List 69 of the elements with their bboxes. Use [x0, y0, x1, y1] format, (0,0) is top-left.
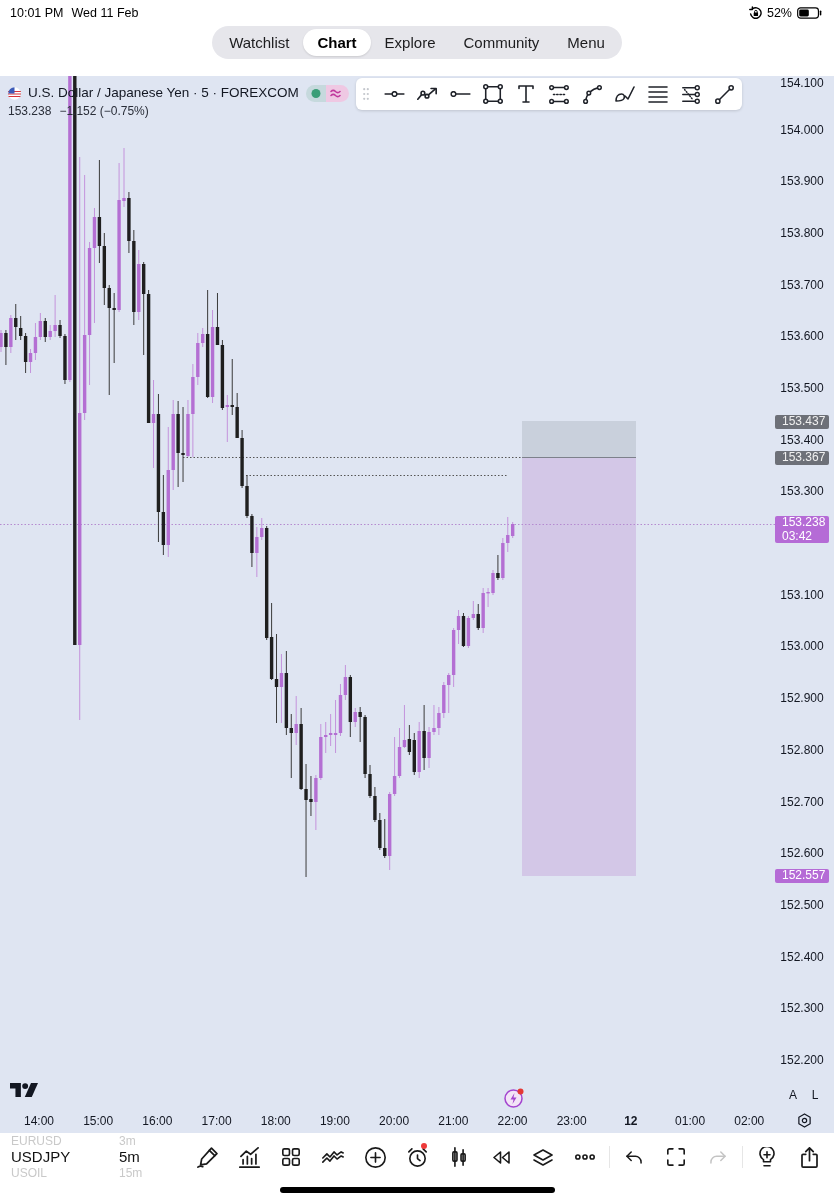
ray-icon — [449, 91, 471, 97]
price-axis-label: 153.300 — [779, 484, 825, 499]
status-time: 10:01 PM — [10, 4, 64, 22]
price-axis-label: 152.300 — [779, 1001, 825, 1016]
time-axis-label: 17:00 — [200, 1114, 233, 1128]
time-axis-label: 01:00 — [674, 1114, 707, 1128]
time-axis-label: 23:00 — [555, 1114, 588, 1128]
fib-levels-icon — [681, 84, 701, 104]
price-axis-label: 153.700 — [779, 277, 825, 292]
time-axis-label: 15:00 — [82, 1114, 115, 1128]
price-badge: 152.557 — [775, 869, 829, 883]
trend-line-icon — [714, 84, 734, 104]
countdown-timer: 03:42 — [782, 529, 813, 543]
symbol-option[interactable]: USDJPY — [11, 1148, 71, 1166]
settings-icon[interactable] — [797, 1113, 812, 1128]
interval-option[interactable]: 5m — [119, 1148, 140, 1166]
battery-percentage: 52% — [766, 4, 792, 22]
scale-button[interactable]: A — [784, 1088, 802, 1102]
channel-icon — [549, 84, 569, 104]
price-axis-label: 153.400 — [779, 432, 825, 447]
time-axis-label: 22:00 — [496, 1114, 529, 1128]
rectangle-icon — [483, 84, 503, 104]
price-axis-label: 152.500 — [779, 897, 825, 912]
nav-tab[interactable]: Explore — [370, 29, 450, 56]
nav-tab[interactable]: Watchlist — [215, 29, 304, 56]
status-date: Wed 11 Feb — [71, 4, 139, 22]
flag-icon — [8, 86, 21, 100]
time-axis-label: 19:00 — [318, 1114, 351, 1128]
price-badge: 153.367 — [775, 451, 829, 465]
price-axis-label: 153.900 — [779, 174, 825, 189]
time-axis-label: 02:00 — [733, 1114, 766, 1128]
price-axis-label: 152.200 — [779, 1052, 825, 1067]
nav-tab[interactable]: Chart — [303, 29, 371, 56]
time-axis-label: 12 — [623, 1114, 639, 1128]
price-axis-label: 152.700 — [779, 794, 825, 809]
time-axis-label: 20:00 — [378, 1114, 411, 1128]
price-axis-label: 154.100 — [779, 76, 825, 90]
price-axis-label: 152.400 — [779, 949, 825, 964]
horizontal-line-icon — [383, 91, 405, 97]
logo-icon — [10, 1083, 38, 1097]
drag-handle-icon[interactable] — [363, 88, 369, 100]
time-axis-label: 16:00 — [141, 1114, 174, 1128]
time-axis-label: 21:00 — [437, 1114, 470, 1128]
battery-icon — [797, 7, 822, 19]
horizontal-lines-icon — [648, 85, 668, 103]
price-axis-label: 153.600 — [779, 329, 825, 344]
path-arrow-icon — [416, 87, 438, 101]
price-axis-label: 152.800 — [779, 742, 825, 757]
lightning-icon — [504, 1088, 524, 1108]
price-axis-label: 153.500 — [779, 381, 825, 396]
nav-tab[interactable]: Menu — [553, 29, 619, 56]
time-axis-label: 18:00 — [259, 1114, 292, 1128]
price-axis-label: 152.900 — [779, 691, 825, 706]
brush-icon — [615, 86, 635, 102]
text-tool-icon — [518, 85, 534, 103]
price-axis-label: 152.600 — [779, 846, 825, 861]
wave-icon — [325, 84, 349, 102]
curve-icon — [582, 84, 602, 104]
orientation-lock-icon — [747, 6, 762, 20]
nav-tab[interactable]: Community — [449, 29, 554, 56]
last-price-text: 153.238 — [8, 104, 52, 118]
price-axis-label: 153.100 — [779, 587, 825, 602]
badge-price: 153.238 — [782, 516, 826, 530]
price-axis-label: 154.000 — [779, 122, 825, 137]
time-axis-label: 14:00 — [22, 1114, 55, 1128]
scale-button[interactable]: L — [806, 1088, 824, 1102]
price-axis-label: 153.800 — [779, 226, 825, 241]
price-badge: 153.437 — [775, 415, 829, 429]
price-axis-label: 153.000 — [779, 639, 825, 654]
